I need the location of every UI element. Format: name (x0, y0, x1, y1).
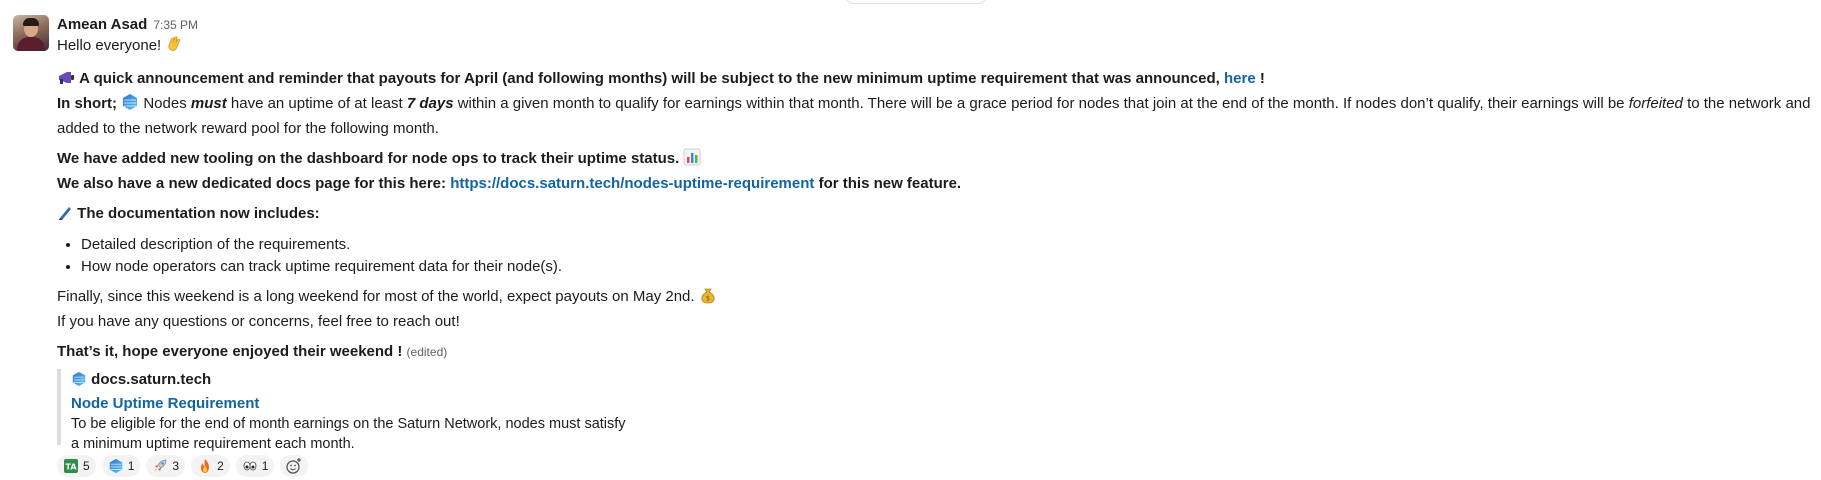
reaction-count: 1 (261, 459, 269, 473)
short-line-2: added to the network reward pool for the… (57, 120, 439, 137)
short-nodes: Nodes (143, 95, 187, 112)
finally-line: Finally, since this weekend is a long we… (57, 286, 1821, 311)
saturn-logo-icon (71, 371, 87, 394)
list-item: Detailed description of the requirements… (81, 234, 1821, 256)
reaction-saturn[interactable]: 1 (101, 455, 141, 477)
greeting-text: Hello everyone! (57, 37, 162, 54)
announce-text: A quick announcement and reminder that p… (79, 70, 1220, 87)
tooling-text: We have added new tooling on the dashboa… (57, 150, 680, 167)
list-item: How node operators can track uptime requ… (81, 256, 1821, 278)
docs-url-link[interactable]: https://docs.saturn.tech/nodes-uptime-re… (450, 175, 814, 192)
svg-text:$: $ (706, 295, 710, 303)
preview-desc-line-2: a minimum uptime requirement each month. (71, 436, 355, 452)
link-preview[interactable]: docs.saturn.tech Node Uptime Requirement… (57, 369, 1821, 452)
svg-text:TA: TA (65, 463, 77, 472)
short-line: In short; Nodes must have an uptime of a… (57, 93, 1821, 118)
greeting-line: Hello everyone! (57, 35, 1821, 60)
fire-icon (201, 459, 210, 473)
message-header: Amean Asad 7:35 PM (57, 15, 1821, 35)
reaction-count: 3 (172, 459, 180, 473)
megaphone-icon (57, 70, 75, 93)
short-rest: within a given month to qualify for earn… (457, 95, 1625, 112)
preview-site: docs.saturn.tech (71, 369, 1821, 394)
preview-desc-line-1: To be eligible for the end of month earn… (71, 416, 626, 432)
edited-label: (edited) (406, 345, 448, 359)
reaction-tada[interactable]: TA 5 (57, 455, 96, 477)
reaction-count: 1 (127, 459, 135, 473)
reaction-rocket[interactable]: 3 (146, 455, 186, 477)
message-content: Amean Asad 7:35 PM Hello everyone! A quic… (57, 15, 1821, 477)
includes-line: The documentation now includes: (57, 203, 1821, 228)
reaction-eyes[interactable]: 1 (235, 455, 275, 477)
announce-line: A quick announcement and reminder that p… (57, 68, 1821, 93)
short-forfeited: forfeited (1628, 95, 1683, 112)
tada-icon: TA (64, 459, 78, 473)
preview-title-link[interactable]: Node Uptime Requirement (71, 394, 1821, 414)
short-end: to the network and (1687, 95, 1811, 112)
reaction-count: 5 (83, 459, 90, 473)
includes-heading: The documentation now includes: (77, 205, 320, 222)
wave-icon (165, 35, 183, 60)
includes-list: Detailed description of the requirements… (57, 234, 1821, 278)
avatar[interactable] (13, 15, 49, 51)
short-days: 7 days (406, 95, 454, 112)
reaction-fire[interactable]: 2 (191, 455, 230, 477)
reactions-bar: TA 5 1 3 2 1 (57, 455, 1821, 477)
add-reaction-button[interactable] (280, 455, 309, 477)
announce-end: ! (1259, 70, 1265, 87)
timestamp[interactable]: 7:35 PM (153, 18, 198, 32)
saturn-logo-icon (109, 458, 122, 474)
docs-prefix: We also have a new dedicated docs page f… (57, 175, 447, 192)
preview-site-name: docs.saturn.tech (91, 371, 212, 388)
docs-suffix: for this new feature. (818, 175, 962, 192)
money-bag-icon: $ (699, 286, 717, 311)
reaction-count: 2 (217, 459, 224, 473)
short-mid: have an uptime of at least (230, 95, 403, 112)
rocket-icon (154, 459, 167, 472)
bar-chart-icon (683, 148, 701, 173)
tooling-line: We have added new tooling on the dashboa… (57, 148, 1821, 173)
announce-here-link[interactable]: here (1224, 70, 1256, 87)
eyes-icon (243, 461, 257, 471)
finally-text: Finally, since this weekend is a long we… (57, 288, 695, 305)
short-must: must (190, 95, 227, 112)
questions-line: If you have any questions or concerns, f… (57, 313, 460, 330)
closing-text: That’s it, hope everyone enjoyed their w… (57, 343, 403, 360)
pen-icon (57, 205, 73, 228)
date-divider-pill[interactable] (845, 0, 987, 4)
author-name[interactable]: Amean Asad (57, 16, 147, 33)
saturn-logo-icon (121, 93, 139, 118)
docs-line: We also have a new dedicated docs page f… (57, 173, 1821, 195)
closing-line: That’s it, hope everyone enjoyed their w… (57, 341, 1821, 363)
short-prefix: In short; (57, 95, 117, 112)
add-emoji-icon (286, 458, 302, 474)
